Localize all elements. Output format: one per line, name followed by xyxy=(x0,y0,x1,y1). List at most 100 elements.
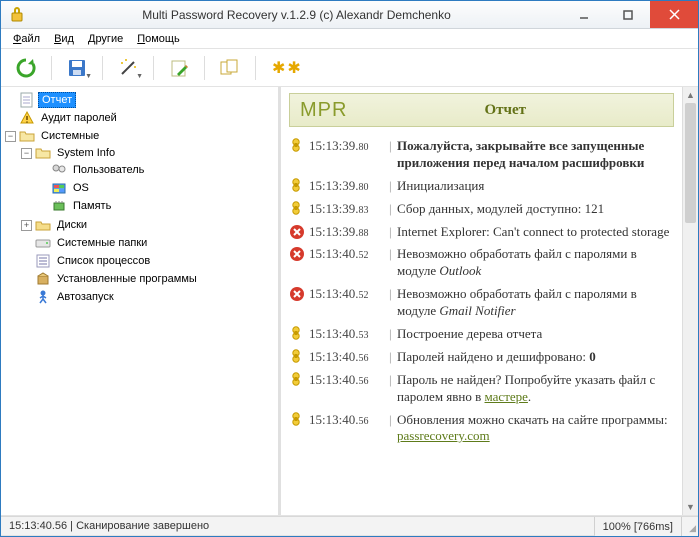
report-title: Отчет xyxy=(347,102,663,119)
tree-item-os[interactable]: OS xyxy=(37,180,276,196)
report-content: MPR Отчет 15:13:39.80|Пожалуйста, закрыв… xyxy=(281,87,682,515)
status-right: 100% [766ms] xyxy=(595,517,682,536)
scroll-up-icon[interactable]: ▲ xyxy=(683,87,698,103)
toolbar-separator xyxy=(204,56,205,80)
tree-label: Диски xyxy=(54,218,90,232)
edit-icon xyxy=(169,58,189,78)
error-icon xyxy=(289,286,305,302)
log-message: Пароль не найден? Попробуйте указать фай… xyxy=(397,372,674,406)
tree-label: OS xyxy=(70,181,92,195)
dropdown-icon: ▼ xyxy=(85,73,92,80)
tree-label: Автозапуск xyxy=(54,290,117,304)
titlebar: Multi Password Recovery v.1.2.9 (c) Alex… xyxy=(1,1,698,29)
toolbar-separator xyxy=(102,56,103,80)
tree-pane[interactable]: Отчет Аудит паролей − Системные − xyxy=(1,87,281,515)
expand-icon[interactable]: + xyxy=(21,220,32,231)
separator: | xyxy=(389,201,395,217)
log-row: 15:13:40.56|Паролей найдено и дешифрован… xyxy=(289,346,674,369)
tree-item-sysinfo[interactable]: − System Info xyxy=(21,145,276,161)
folder-open-icon xyxy=(35,145,51,161)
tree-item-audit[interactable]: Аудит паролей xyxy=(5,110,276,126)
log-row: 15:13:40.56|Пароль не найден? Попробуйте… xyxy=(289,369,674,409)
menu-file[interactable]: Файл xyxy=(7,31,46,47)
tree-item-report[interactable]: Отчет xyxy=(5,92,276,108)
log-row: 15:13:39.80|Инициализация xyxy=(289,175,674,198)
log-message: Невозможно обработать файл с паролями в … xyxy=(397,286,674,320)
tree-label: Установленные программы xyxy=(54,272,200,286)
edit-button[interactable] xyxy=(162,53,196,83)
package-icon xyxy=(35,271,51,287)
asterisks-icon[interactable]: ✱✱ xyxy=(272,58,303,78)
separator: | xyxy=(389,372,395,388)
info-icon xyxy=(289,372,305,388)
app-icon xyxy=(9,7,25,23)
separator: | xyxy=(389,224,395,240)
log-message: Невозможно обработать файл с паролями в … xyxy=(397,246,674,280)
separator: | xyxy=(389,138,395,154)
tree-item-installed[interactable]: Установленные программы xyxy=(21,271,276,287)
tree-item-disks[interactable]: + Диски xyxy=(21,217,276,233)
separator: | xyxy=(389,178,395,194)
error-icon xyxy=(289,246,305,262)
resize-grip[interactable]: ◢ xyxy=(682,517,698,536)
tree-item-system[interactable]: − Системные xyxy=(5,128,276,144)
tree-label: Системные xyxy=(38,129,102,143)
info-icon xyxy=(289,326,305,342)
refresh-button[interactable] xyxy=(9,53,43,83)
menu-other[interactable]: Другие xyxy=(82,31,129,47)
main-split: Отчет Аудит паролей − Системные − xyxy=(1,87,698,516)
tree-item-proclist[interactable]: Список процессов xyxy=(21,253,276,269)
log-time: 15:13:39.88 xyxy=(309,224,387,240)
info-icon xyxy=(289,201,305,217)
maximize-button[interactable] xyxy=(606,1,650,28)
document-icon xyxy=(19,92,35,108)
menu-help[interactable]: Помощь xyxy=(131,31,186,47)
log-row: 15:13:39.80|Пожалуйста, закрывайте все з… xyxy=(289,135,674,175)
log-time: 15:13:40.56 xyxy=(309,349,387,365)
autorun-icon xyxy=(35,289,51,305)
log-message: Пожалуйста, закрывайте все запущенные пр… xyxy=(397,138,674,172)
scroll-thumb[interactable] xyxy=(685,103,696,223)
drive-icon xyxy=(35,235,51,251)
separator: | xyxy=(389,286,395,302)
log-time: 15:13:40.56 xyxy=(309,372,387,388)
copy-button[interactable] xyxy=(213,53,247,83)
list-icon xyxy=(35,253,51,269)
minimize-button[interactable] xyxy=(562,1,606,28)
info-icon xyxy=(289,412,305,428)
tree-item-user[interactable]: Пользователь xyxy=(37,162,276,178)
chip-icon xyxy=(51,198,67,214)
vertical-scrollbar[interactable]: ▲ ▼ xyxy=(682,87,698,515)
save-button[interactable]: ▼ xyxy=(60,53,94,83)
tree-item-autorun[interactable]: Автозапуск xyxy=(21,289,276,305)
tree-label: Список процессов xyxy=(54,254,153,268)
mpr-logo: MPR xyxy=(300,99,347,122)
folder-open-icon xyxy=(19,128,35,144)
toolbar-separator xyxy=(51,56,52,80)
scroll-down-icon[interactable]: ▼ xyxy=(683,499,698,515)
info-icon xyxy=(289,349,305,365)
log-time: 15:13:40.56 xyxy=(309,412,387,428)
separator: | xyxy=(389,326,395,342)
collapse-icon[interactable]: − xyxy=(5,131,16,142)
close-button[interactable] xyxy=(650,1,698,28)
menubar: Файл Вид Другие Помощь xyxy=(1,29,698,49)
users-icon xyxy=(51,162,67,178)
tree-item-sysfolders[interactable]: Системные папки xyxy=(21,235,276,251)
log-time: 15:13:39.80 xyxy=(309,178,387,194)
tree-label: System Info xyxy=(54,146,118,160)
tree-label: Пользователь xyxy=(70,163,147,177)
toolbar-separator xyxy=(153,56,154,80)
wizard-button[interactable]: ▼ xyxy=(111,53,145,83)
dropdown-icon: ▼ xyxy=(136,73,143,80)
copy-icon xyxy=(219,58,241,78)
collapse-icon[interactable]: − xyxy=(21,148,32,159)
tree-label: Отчет xyxy=(38,92,76,108)
log-list: 15:13:39.80|Пожалуйста, закрывайте все з… xyxy=(289,135,674,448)
log-message: Internet Explorer: Can't connect to prot… xyxy=(397,224,674,241)
save-icon xyxy=(67,58,87,78)
tree-item-memory[interactable]: Память xyxy=(37,198,276,214)
log-row: 15:13:40.52|Невозможно обработать файл с… xyxy=(289,243,674,283)
report-header: MPR Отчет xyxy=(289,93,674,127)
menu-view[interactable]: Вид xyxy=(48,31,80,47)
